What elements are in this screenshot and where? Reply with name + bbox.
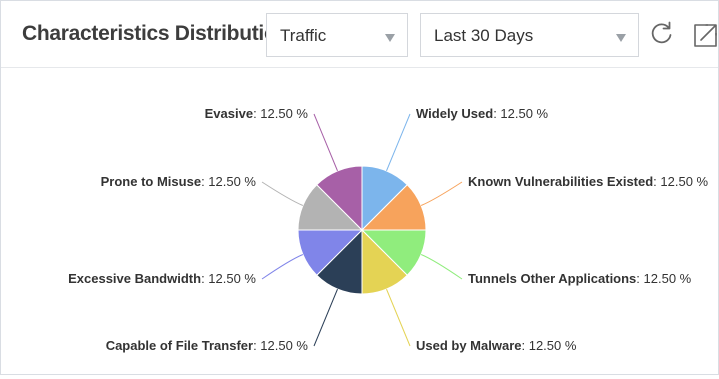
data-label: Excessive Bandwidth: 12.50 % bbox=[68, 271, 256, 286]
data-label-name: Known Vulnerabilities Existed bbox=[468, 174, 653, 189]
data-label-name: Tunnels Other Applications bbox=[468, 271, 636, 286]
data-label-name: Evasive bbox=[205, 106, 253, 121]
data-label-value: : 12.50 % bbox=[653, 174, 708, 189]
data-label-name: Capable of File Transfer bbox=[106, 338, 253, 353]
data-label-name: Prone to Misuse bbox=[101, 174, 201, 189]
connector-line bbox=[420, 254, 463, 280]
expand-icon bbox=[694, 24, 717, 47]
data-label-value: : 12.50 % bbox=[253, 106, 308, 121]
connector-line bbox=[386, 113, 411, 172]
characteristics-panel: Characteristics Distribution Traffic Las… bbox=[0, 0, 719, 375]
data-label-value: : 12.50 % bbox=[201, 271, 256, 286]
data-label-value: : 12.50 % bbox=[522, 338, 577, 353]
data-label-name: Used by Malware bbox=[416, 338, 522, 353]
date-range-select[interactable]: Last 30 Days bbox=[420, 13, 639, 57]
chevron-down-icon bbox=[385, 34, 395, 42]
data-label-value: : 12.50 % bbox=[636, 271, 691, 286]
panel-title: Characteristics Distribution bbox=[22, 22, 289, 45]
data-label: Evasive: 12.50 % bbox=[205, 106, 309, 121]
refresh-icon bbox=[651, 21, 672, 44]
pie-chart: Widely Used: 12.50 %Known Vulnerabilitie… bbox=[68, 106, 709, 353]
data-label: Prone to Misuse: 12.50 % bbox=[101, 174, 257, 189]
data-label-value: : 12.50 % bbox=[253, 338, 308, 353]
connector-line bbox=[420, 181, 463, 206]
connector-line bbox=[313, 113, 338, 172]
data-label-name: Widely Used bbox=[416, 106, 493, 121]
data-label-value: : 12.50 % bbox=[493, 106, 548, 121]
connector-line bbox=[386, 288, 411, 347]
refresh-button[interactable] bbox=[647, 19, 677, 49]
traffic-select[interactable]: Traffic bbox=[266, 13, 408, 57]
traffic-select-value: Traffic bbox=[280, 26, 327, 45]
connector-line bbox=[261, 181, 304, 206]
data-label: Known Vulnerabilities Existed: 12.50 % bbox=[468, 174, 709, 189]
connector-line bbox=[313, 288, 338, 347]
data-label: Tunnels Other Applications: 12.50 % bbox=[468, 271, 692, 286]
panel-header: Characteristics Distribution Traffic Las… bbox=[1, 1, 718, 68]
date-range-select-value: Last 30 Days bbox=[434, 26, 534, 45]
data-label-name: Excessive Bandwidth bbox=[68, 271, 201, 286]
chevron-down-icon bbox=[616, 34, 626, 42]
data-label-value: : 12.50 % bbox=[201, 174, 256, 189]
data-label: Capable of File Transfer: 12.50 % bbox=[106, 338, 309, 353]
connector-line bbox=[261, 254, 304, 280]
data-label: Widely Used: 12.50 % bbox=[416, 106, 549, 121]
chart-area: Widely Used: 12.50 % Known Vulnerabilitie… bbox=[1, 68, 718, 374]
data-label: Used by Malware: 12.50 % bbox=[416, 338, 577, 353]
expand-button[interactable] bbox=[689, 19, 719, 49]
